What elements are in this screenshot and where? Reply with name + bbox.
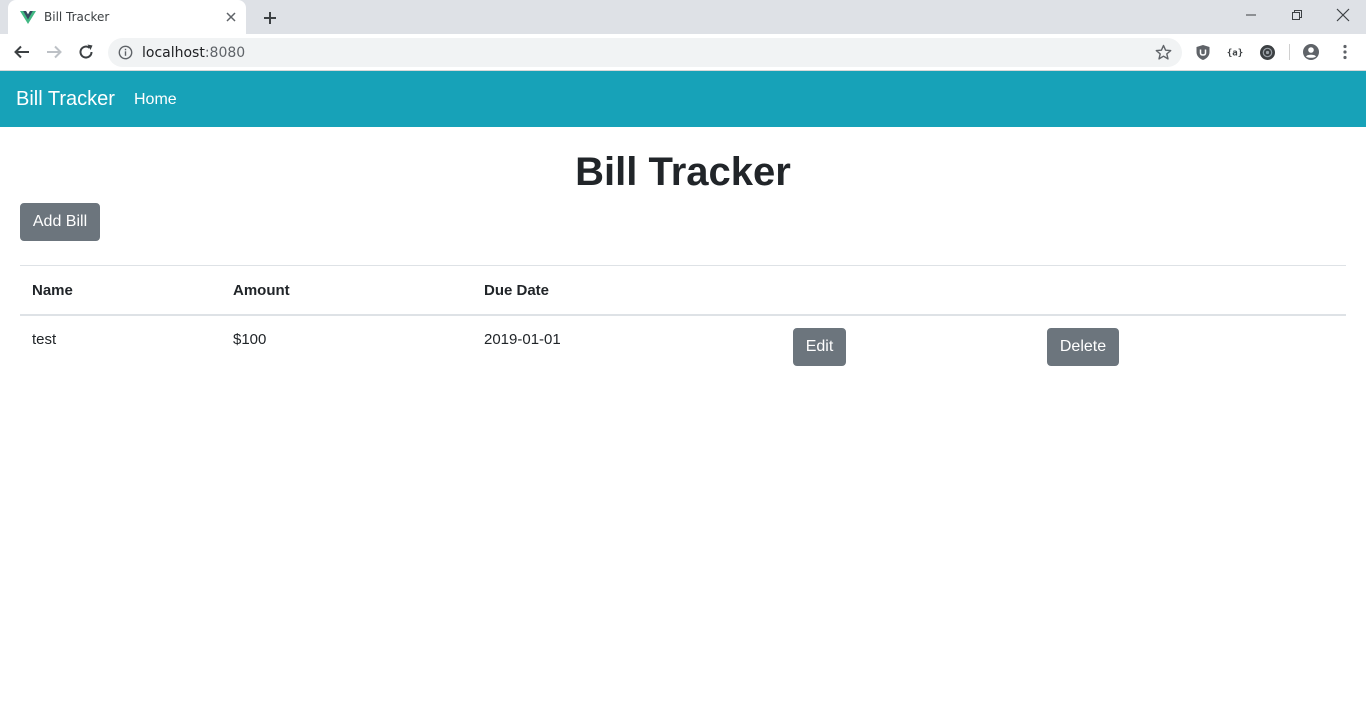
dark-circle-extension-icon[interactable] xyxy=(1258,43,1276,61)
json-extension-icon[interactable]: {a} xyxy=(1226,43,1244,61)
header-amount: Amount xyxy=(233,282,290,299)
cell-name: test xyxy=(32,331,57,348)
cell-due-date: 2019-01-01 xyxy=(484,331,561,348)
url-text[interactable]: localhost:8080 xyxy=(142,45,245,61)
arrow-right-icon[interactable] xyxy=(42,40,66,64)
nav-link-home[interactable]: Home xyxy=(134,91,177,109)
cell-amount: $100 xyxy=(233,331,267,348)
minimize-icon[interactable] xyxy=(1228,0,1274,30)
tab-title: Bill Tracker xyxy=(44,10,110,24)
more-vert-icon[interactable] xyxy=(1336,43,1354,61)
add-bill-button[interactable]: Add Bill xyxy=(20,203,100,241)
close-icon[interactable] xyxy=(224,10,238,24)
navbar-brand[interactable]: Bill Tracker xyxy=(16,88,115,111)
browser-tab[interactable]: Bill Tracker xyxy=(8,0,246,34)
info-icon[interactable] xyxy=(118,45,133,60)
shield-extension-icon[interactable] xyxy=(1194,43,1212,61)
browser-toolbar: localhost:8080 {a} xyxy=(0,34,1366,71)
table-header-border xyxy=(20,314,1346,316)
app-navbar: Bill Tracker Home xyxy=(0,71,1366,127)
header-name: Name xyxy=(32,282,73,299)
svg-text:{a}: {a} xyxy=(1227,49,1243,59)
delete-button[interactable]: Delete xyxy=(1047,328,1119,366)
table-top-border xyxy=(20,265,1346,266)
browser-tab-strip: Bill Tracker xyxy=(0,0,1366,34)
star-icon[interactable] xyxy=(1155,44,1172,61)
edit-button[interactable]: Edit xyxy=(793,328,846,366)
url-port: :8080 xyxy=(204,45,246,61)
url-host: localhost xyxy=(142,45,205,61)
toolbar-divider xyxy=(1289,44,1290,60)
restore-icon[interactable] xyxy=(1274,0,1320,30)
plus-icon[interactable] xyxy=(260,8,280,28)
arrow-left-icon[interactable] xyxy=(10,40,34,64)
header-due-date: Due Date xyxy=(484,282,550,299)
page-title: Bill Tracker xyxy=(575,150,791,194)
vue-logo-icon xyxy=(20,9,36,25)
window-close-icon[interactable] xyxy=(1320,0,1366,30)
reload-icon[interactable] xyxy=(74,40,98,64)
address-bar[interactable]: localhost:8080 xyxy=(108,38,1182,67)
profile-icon[interactable] xyxy=(1302,43,1320,61)
